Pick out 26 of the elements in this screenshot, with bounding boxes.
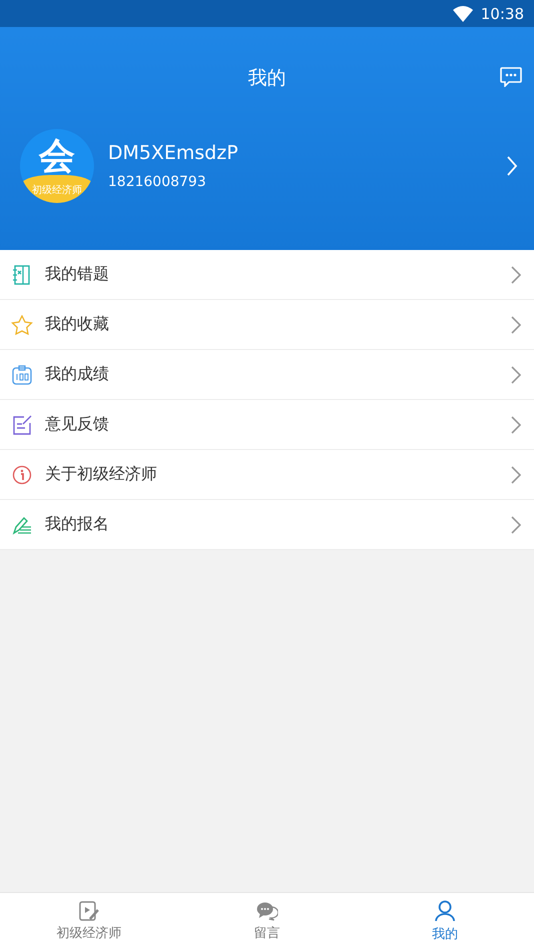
chevron-right-icon [510, 464, 522, 484]
ledger-icon [13, 264, 31, 284]
nav-tab[interactable]: 我的 [356, 893, 534, 949]
status-time: 10:38 [480, 4, 524, 22]
nav-tab[interactable]: 初级经济师 [0, 893, 178, 949]
chevron-right-icon[interactable] [506, 155, 518, 177]
person-icon [434, 900, 456, 922]
score-card-icon [12, 364, 32, 384]
edit-note-icon [12, 414, 32, 434]
chevron-right-icon [510, 414, 522, 434]
chevron-right-icon [510, 264, 522, 284]
avatar-logo: 会 初级经济师 [20, 129, 94, 203]
page-title: 我的 [248, 66, 286, 91]
message-icon[interactable] [500, 67, 522, 87]
chevron-right-icon [510, 364, 522, 384]
info-icon [12, 464, 32, 484]
user-name: DM5XEmsdzP [108, 142, 240, 164]
chat-bubbles-icon [256, 900, 278, 920]
nav-tab[interactable]: 留言 [178, 893, 356, 949]
phone-number: 18216008793 [108, 174, 207, 190]
chevron-right-icon [510, 314, 522, 334]
star-icon [11, 314, 33, 334]
wifi-icon [452, 6, 473, 22]
chevron-right-icon [510, 514, 522, 534]
pen-icon [12, 514, 32, 534]
video-edit-icon [79, 900, 99, 920]
